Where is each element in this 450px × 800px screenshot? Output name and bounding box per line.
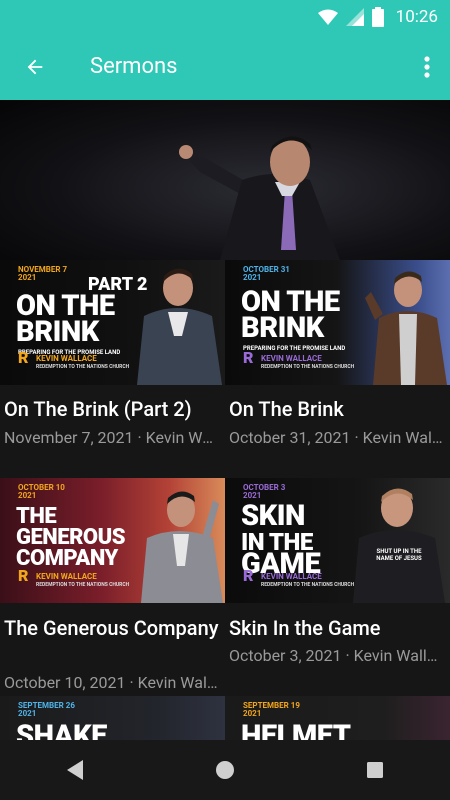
app-bar: Sermons: [0, 33, 450, 100]
hero-banner-image: [0, 100, 450, 260]
art-line3: COMPANY: [16, 546, 118, 571]
sermon-card[interactable]: OCTOBER 31 2021 ON THE BRINK PREPARING FO…: [225, 260, 450, 470]
sermon-card[interactable]: OCTOBER 10 2021 THE GENEROUS COMPANY R KE…: [0, 478, 225, 696]
art-speaker: KEVIN WALLACE: [261, 354, 322, 363]
recents-square-icon: [367, 762, 383, 778]
battery-icon: [371, 6, 384, 27]
art-line2: BRINK: [16, 315, 99, 349]
speaker-photo: [137, 268, 222, 385]
signal-icon: [345, 7, 364, 26]
status-time: 10:26: [395, 6, 438, 27]
sermon-thumbnail: SEPTEMBER 19 2021 HELMET: [225, 696, 450, 740]
sermon-card[interactable]: OCTOBER 3 2021 SKIN IN THE GAME R KEVIN W…: [225, 478, 450, 696]
art-speaker: KEVIN WALLACE: [36, 354, 97, 363]
nav-back-button[interactable]: [45, 740, 105, 800]
art-church: REDEMPTION TO THE NATIONS CHURCH: [36, 582, 130, 588]
art-line1: SHAKE: [16, 719, 107, 741]
sermon-thumbnail: OCTOBER 10 2021 THE GENEROUS COMPANY R KE…: [0, 478, 225, 603]
art-year: 2021: [243, 709, 262, 718]
sermon-title: On The Brink: [229, 397, 344, 421]
art-shirt-text: SHUT UP IN THE NAME OF JESUS: [376, 548, 422, 562]
page-title: Sermons: [90, 54, 178, 79]
sermon-title: On The Brink (Part 2): [4, 397, 192, 421]
church-logo-icon: R: [18, 566, 29, 585]
art-church: REDEMPTION TO THE NATIONS CHURCH: [261, 582, 355, 588]
more-options-button[interactable]: [404, 33, 450, 100]
sermon-card[interactable]: NOVEMBER 7 2021 PART 2 ON THE BRINK PREPA…: [0, 260, 225, 470]
church-logo-icon: R: [243, 348, 254, 367]
speaker-photo: [141, 491, 223, 603]
sermon-thumbnail: OCTOBER 31 2021 ON THE BRINK PREPARING FO…: [225, 260, 450, 385]
wifi-icon: [317, 9, 338, 25]
sermon-subtitle: October 31, 2021 · Kevin Wallace: [229, 428, 443, 447]
home-circle-icon: [216, 761, 234, 779]
art-line1: SKIN: [241, 499, 305, 533]
sermon-thumbnail: SEPTEMBER 26 2021 SHAKE: [0, 696, 225, 740]
art-church: REDEMPTION TO THE NATIONS CHURCH: [36, 364, 130, 370]
art-speaker: KEVIN WALLACE: [261, 572, 322, 581]
speaker-photo: [353, 488, 445, 603]
system-navigation-bar: [0, 740, 450, 800]
art-year: 2021: [243, 273, 262, 282]
status-bar: 10:26: [0, 0, 450, 33]
art-year: 2021: [18, 273, 37, 282]
art-church: REDEMPTION TO THE NATIONS CHURCH: [261, 364, 355, 370]
sermon-thumbnail: OCTOBER 3 2021 SKIN IN THE GAME R KEVIN W…: [225, 478, 450, 603]
back-triangle-icon: [67, 760, 83, 780]
church-logo-icon: R: [18, 348, 29, 367]
sermon-card[interactable]: SEPTEMBER 19 2021 HELMET: [225, 696, 450, 740]
art-line2: BRINK: [241, 311, 324, 345]
nav-recents-button[interactable]: [345, 740, 405, 800]
back-button[interactable]: [0, 33, 70, 100]
art-year: 2021: [18, 709, 37, 718]
art-tagline: PREPARING FOR THE PROMISE LAND: [243, 345, 346, 352]
speaker-photo: [365, 271, 447, 385]
sermon-subtitle: October 3, 2021 · Kevin Wallace: [229, 646, 443, 665]
art-year: 2021: [18, 491, 37, 500]
speaker-silhouette: [179, 136, 340, 260]
art-speaker: KEVIN WALLACE: [36, 572, 97, 581]
sermon-thumbnail: NOVEMBER 7 2021 PART 2 ON THE BRINK PREPA…: [0, 260, 225, 385]
church-logo-icon: R: [243, 566, 254, 585]
sermon-subtitle: October 10, 2021 · Kevin Wallace: [4, 673, 218, 692]
arrow-back-icon: [27, 59, 43, 74]
more-vert-icon: [424, 55, 430, 78]
art-line1: HELMET: [241, 719, 351, 741]
sermon-card[interactable]: SEPTEMBER 26 2021 SHAKE: [0, 696, 225, 740]
sermon-subtitle: November 7, 2021 · Kevin Wallace: [4, 428, 218, 447]
sermon-title: Skin In the Game: [229, 616, 381, 640]
sermon-title: The Generous Company: [4, 616, 219, 640]
nav-home-button[interactable]: [195, 740, 255, 800]
